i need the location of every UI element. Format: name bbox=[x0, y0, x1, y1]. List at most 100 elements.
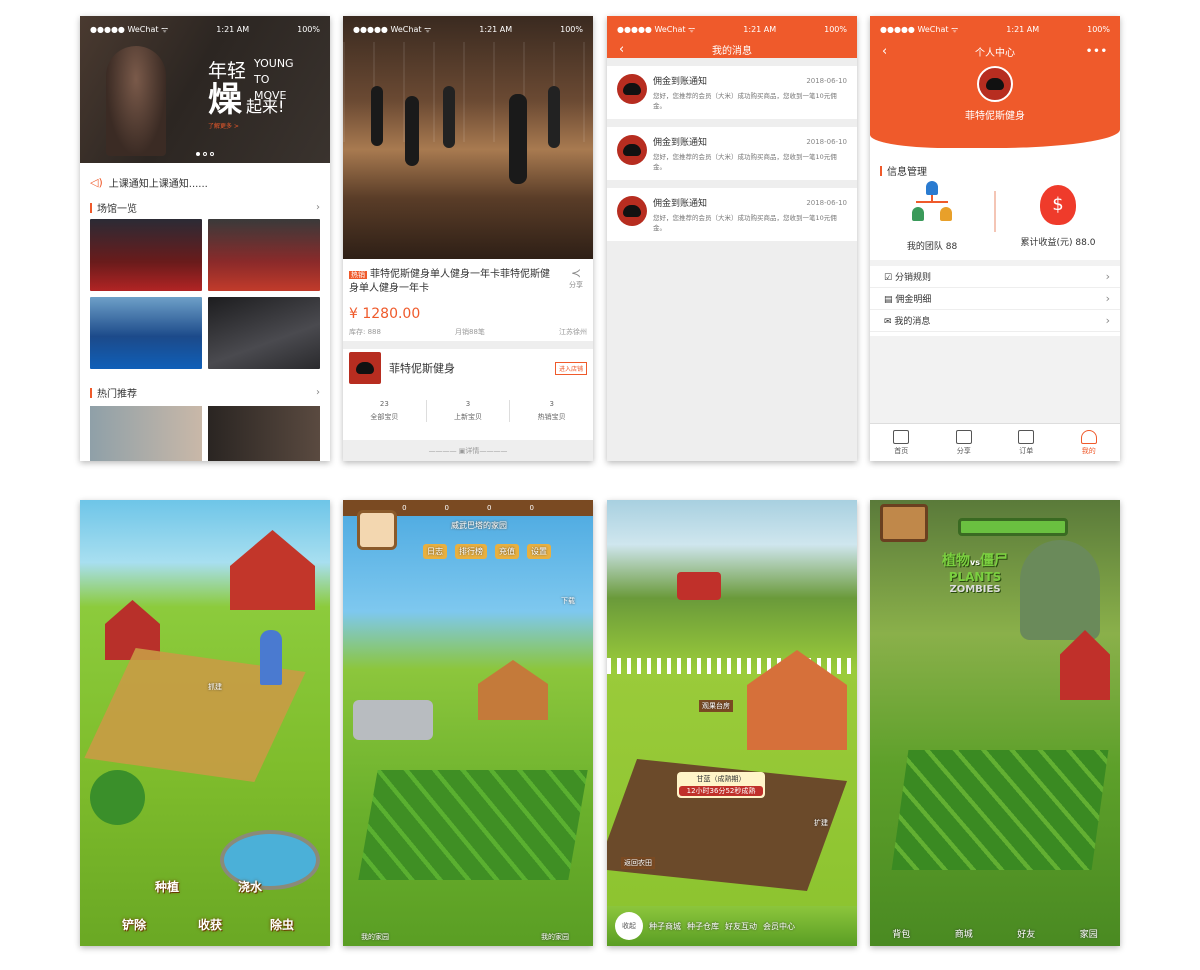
chevron-right-icon: › bbox=[316, 202, 320, 213]
sender-logo bbox=[617, 135, 647, 165]
stat-all[interactable]: 23 全部宝贝 bbox=[343, 400, 426, 422]
product-meta: 库存: 888 月销88笔 江苏徐州 bbox=[349, 328, 587, 336]
menu-shop[interactable]: 商城 bbox=[955, 927, 973, 940]
bottom-menu: 背包 商城 好友 家园 bbox=[870, 927, 1120, 940]
zombie-figure bbox=[1020, 540, 1100, 640]
shop-stats: 23 全部宝贝 3 上新宝贝 3 热销宝贝 bbox=[343, 400, 593, 422]
tab-orders[interactable]: 订单 bbox=[995, 424, 1058, 461]
scarecrow[interactable] bbox=[260, 630, 282, 685]
hot-image[interactable] bbox=[90, 406, 202, 461]
order-icon bbox=[1018, 429, 1035, 444]
back-icon[interactable]: ‹ bbox=[619, 42, 624, 57]
section-venues[interactable]: 场馆一览 › bbox=[80, 200, 330, 215]
menu-item-messages[interactable]: ✉ 我的消息 › bbox=[870, 310, 1120, 332]
message-item[interactable]: 佣金到账通知 2018-06-10 您好，您推荐的会员（大米）成功购买商品，您收到… bbox=[607, 66, 857, 119]
screen-game-pvz: 植物vs僵尸 PLANTS ZOMBIES 背包 商城 好友 家园 bbox=[870, 500, 1120, 946]
remove-button[interactable]: 铲除 bbox=[122, 916, 146, 933]
more-button[interactable]: ••• bbox=[1086, 46, 1108, 57]
pond bbox=[220, 830, 320, 890]
section-hot[interactable]: 热门推荐 › bbox=[80, 385, 330, 400]
menu-friends[interactable]: 好友 bbox=[1017, 927, 1035, 940]
menu-log[interactable]: 日志 bbox=[423, 544, 447, 559]
menu-seed-storage[interactable]: 种子仓库 bbox=[687, 921, 719, 932]
share-button[interactable]: ≺ 分享 bbox=[569, 266, 583, 290]
menu-friends[interactable]: 好友互动 bbox=[725, 921, 757, 932]
venue-image[interactable] bbox=[90, 219, 202, 291]
collapse-button[interactable]: 收起 bbox=[615, 912, 643, 940]
tab-home[interactable]: 首页 bbox=[870, 424, 933, 461]
shop-logo bbox=[349, 352, 381, 384]
player-avatar[interactable] bbox=[357, 510, 397, 550]
notice-bar[interactable]: ◁) 上课通知上课通知...... bbox=[80, 175, 330, 190]
plant-button[interactable]: 种植 bbox=[155, 878, 179, 895]
message-item[interactable]: 佣金到账通知 2018-06-10 您好，您推荐的会员（大米）成功购买商品，您收到… bbox=[607, 188, 857, 241]
expand-tag[interactable]: 扩建 bbox=[814, 818, 828, 828]
my-home-right-button[interactable]: 我的家园 bbox=[541, 932, 569, 942]
menu-member[interactable]: 会员中心 bbox=[763, 921, 795, 932]
download-button[interactable]: 下载 bbox=[561, 596, 575, 606]
menu-item-rules[interactable]: ☑ 分销规则 › bbox=[870, 266, 1120, 288]
venue-image[interactable] bbox=[208, 219, 320, 291]
menu-settings[interactable]: 设置 bbox=[527, 544, 551, 559]
profile-user: 菲特伲斯健身 bbox=[870, 66, 1120, 122]
team-stat[interactable]: 我的团队 88 bbox=[870, 181, 994, 252]
header: ●●●●● WeChat ᯤ 1:21 AM 100% ‹ 我的消息 bbox=[607, 16, 857, 58]
avatar-frame[interactable] bbox=[880, 504, 928, 542]
shop-card: 菲特伲斯健身 进入店铺 bbox=[349, 352, 587, 384]
hot-grid bbox=[80, 406, 330, 461]
harvest-button[interactable]: 收获 bbox=[198, 916, 222, 933]
avatar[interactable] bbox=[977, 66, 1013, 102]
hot-badge: 热销 bbox=[349, 271, 367, 279]
carousel-dots[interactable] bbox=[80, 152, 330, 156]
earnings-stat[interactable]: $ 累计收益(元) 88.0 bbox=[996, 181, 1120, 252]
sign-board[interactable]: 观果台房 bbox=[699, 700, 733, 712]
menu-recharge[interactable]: 充值 bbox=[495, 544, 519, 559]
message-item[interactable]: 佣金到账通知 2018-06-10 您好，您推荐的会员（大米）成功购买商品，您收到… bbox=[607, 127, 857, 180]
red-house[interactable] bbox=[1060, 630, 1110, 700]
status-bar: ●●●●● WeChat ᯤ 1:21 AM 100% bbox=[353, 24, 583, 34]
venue-image[interactable] bbox=[208, 297, 320, 369]
qr-icon bbox=[955, 429, 972, 444]
nav-title: 个人中心 bbox=[975, 47, 1015, 59]
crop-field[interactable] bbox=[358, 770, 588, 880]
chevron-right-icon: › bbox=[1105, 292, 1110, 305]
menu-item-commission[interactable]: ▤ 佣金明细 › bbox=[870, 288, 1120, 310]
top-menu: 日志 排行榜 充值 设置 bbox=[423, 544, 551, 559]
venue-image[interactable] bbox=[90, 297, 202, 369]
menu-bag[interactable]: 背包 bbox=[892, 927, 910, 940]
farmhouse[interactable] bbox=[230, 530, 315, 610]
screen-gym-home: ●●●●● WeChat ᯤ 1:21 AM 100% 年轻 燥 起来! YOU… bbox=[80, 16, 330, 461]
banner-link[interactable]: 了解更多 > bbox=[208, 121, 284, 130]
tab-share[interactable]: 分享 bbox=[933, 424, 996, 461]
team-icon bbox=[912, 181, 952, 225]
mail-icon: ✉ bbox=[884, 317, 895, 327]
menu-ranking[interactable]: 排行榜 bbox=[455, 544, 487, 559]
pvz-logo: 植物vs僵尸 PLANTS ZOMBIES bbox=[942, 553, 1008, 595]
tree bbox=[90, 770, 145, 825]
screen-profile: ●●●●● WeChat ᯤ 1:21 AM 100% ‹ 个人中心 ••• 菲… bbox=[870, 16, 1120, 461]
venue-grid bbox=[80, 219, 330, 369]
menu-seed-shop[interactable]: 种子商城 bbox=[649, 921, 681, 932]
cottage[interactable] bbox=[478, 660, 548, 720]
hot-image[interactable] bbox=[208, 406, 320, 461]
tab-mine[interactable]: 我的 bbox=[1058, 424, 1121, 461]
lawn-grid[interactable] bbox=[891, 750, 1109, 870]
back-farm-button[interactable]: 返回农田 bbox=[621, 857, 655, 869]
stat-new[interactable]: 3 上新宝贝 bbox=[425, 400, 511, 422]
status-bar: ●●●●● WeChat ᯤ 1:21 AM 100% bbox=[90, 24, 320, 34]
enter-shop-button[interactable]: 进入店铺 bbox=[554, 361, 587, 375]
screen-messages: ●●●●● WeChat ᯤ 1:21 AM 100% ‹ 我的消息 佣金到账通… bbox=[607, 16, 857, 461]
price: ¥ 1280.00 bbox=[349, 306, 421, 322]
product-image[interactable] bbox=[343, 16, 593, 259]
progress-bar bbox=[958, 518, 1068, 536]
water-button[interactable]: 浇水 bbox=[238, 878, 262, 895]
speaker-icon: ◁) bbox=[90, 176, 103, 189]
menu-home[interactable]: 家园 bbox=[1080, 927, 1098, 940]
my-home-left-button[interactable]: 我的家园 bbox=[361, 932, 389, 942]
back-icon[interactable]: ‹ bbox=[882, 44, 887, 59]
chevron-right-icon: › bbox=[1105, 270, 1110, 283]
bug-button[interactable]: 除虫 bbox=[270, 916, 294, 933]
stat-hot[interactable]: 3 热销宝贝 bbox=[510, 400, 593, 422]
build-sign[interactable]: 抓建 bbox=[208, 682, 222, 692]
chevron-right-icon: › bbox=[316, 387, 320, 398]
